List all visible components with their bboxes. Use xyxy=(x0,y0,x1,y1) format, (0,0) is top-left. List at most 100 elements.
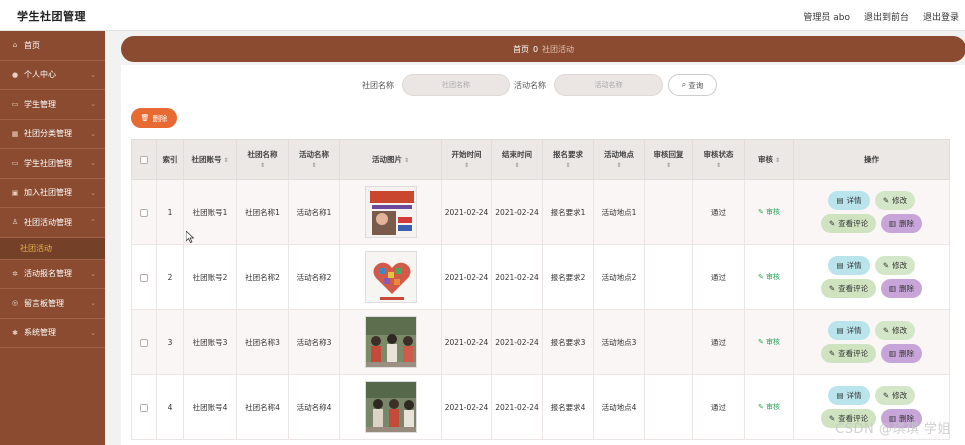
audit-link[interactable]: ✎ 审核 xyxy=(758,273,780,281)
col-audit-reply[interactable]: 审核回复 ⇕ xyxy=(644,139,693,180)
col-location[interactable]: 活动地点 ⇕ xyxy=(593,139,645,180)
cell-club-name: 社团名称1 xyxy=(236,179,289,245)
cell-club-account: 社团账号2 xyxy=(183,244,237,310)
view-comments-button[interactable]: ✎ 查看评论 xyxy=(821,344,876,363)
edit-button[interactable]: ✎ 修改 xyxy=(875,191,915,210)
view-comments-button[interactable]: ✎ 查看评论 xyxy=(821,214,876,233)
col-signup-req[interactable]: 报名要求 ⇕ xyxy=(542,139,594,180)
sidebar-item-system[interactable]: ✱ 系统管理 ⌄ xyxy=(0,319,105,348)
sidebar-item-profile[interactable]: ● 个人中心 ⌄ xyxy=(0,61,105,90)
col-start-time[interactable]: 开始时间 ⇕ xyxy=(441,139,492,180)
sidebar-subitem-club-activity[interactable]: 社团活动 xyxy=(0,237,105,260)
search-icon: ⌕ xyxy=(681,80,687,89)
row-checkbox[interactable] xyxy=(140,338,148,347)
cell-audit-reply xyxy=(644,309,693,375)
cell-end-time: 2021-02-24 xyxy=(491,244,543,310)
cell-audit-reply xyxy=(644,374,693,440)
sidebar-item-label: 加入社团管理 xyxy=(24,188,72,198)
detail-button-label: 详情 xyxy=(846,196,862,205)
delete-button[interactable]: ▥ 删除 xyxy=(881,214,922,233)
folder-icon: ▣ xyxy=(11,188,19,197)
delete-button[interactable]: ▥ 删除 xyxy=(881,344,922,363)
sidebar-item-club-category[interactable]: ▦ 社团分类管理 ⌄ xyxy=(0,120,105,149)
cell-club-name: 社团名称4 xyxy=(236,374,289,440)
detail-button[interactable]: ▤ 详情 xyxy=(828,191,870,210)
sidebar-item-student-clubs[interactable]: ▭ 学生社团管理 ⌄ xyxy=(0,149,105,179)
edit-button-label: 修改 xyxy=(892,261,908,270)
cell-index: 1 xyxy=(156,179,184,245)
col-activity-name[interactable]: 活动名称 ⇕ xyxy=(288,139,340,180)
detail-button[interactable]: ▤ 详情 xyxy=(828,321,870,340)
sort-icon: ⇕ xyxy=(403,156,410,164)
col-club-name[interactable]: 社团名称 ⇕ xyxy=(236,139,289,180)
edit-button[interactable]: ✎ 修改 xyxy=(875,256,915,275)
audit-link[interactable]: ✎ 审核 xyxy=(758,338,780,346)
sort-icon: ⇕ xyxy=(463,161,470,169)
pencil-icon: ✎ xyxy=(757,338,764,346)
activity-image[interactable] xyxy=(364,186,417,238)
col-audit[interactable]: 审核 ⇕ xyxy=(744,139,794,180)
gear-icon: ✲ xyxy=(12,269,18,278)
cell-audit-status: 通过 xyxy=(692,309,745,375)
sort-icon: ⇕ xyxy=(616,161,622,169)
col-end-time[interactable]: 结束时间 ⇕ xyxy=(491,139,543,180)
table-row: 2 社团账号2 社团名称2 活动名称2 2021-02-24 2021-02-2… xyxy=(131,244,950,310)
col-audit-status[interactable]: 审核状态 ⇕ xyxy=(692,139,745,180)
sidebar-item-club-activities[interactable]: ♙ 社团活动管理 ⌃ xyxy=(0,208,105,238)
doc-icon: ▤ xyxy=(836,196,844,205)
activity-image[interactable] xyxy=(364,251,417,303)
chevron-up-icon: ⌃ xyxy=(90,218,96,226)
activity-name-input[interactable]: 活动名称 xyxy=(554,74,663,96)
cell-location: 活动地点3 xyxy=(593,309,645,375)
edit-button[interactable]: ✎ 修改 xyxy=(875,386,915,405)
doc-icon: ▤ xyxy=(836,261,844,270)
exit-to-front-link[interactable]: 退出到前台 xyxy=(864,10,909,23)
person-icon: ♙ xyxy=(11,218,19,227)
table-row: 3 社团账号3 社团名称3 活动名称3 2021-02-24 2021-02-2… xyxy=(131,309,950,375)
col-signup-req-label: 报名要求 xyxy=(553,149,583,159)
query-button[interactable]: ⌕ 查询 xyxy=(668,74,717,96)
audit-link-label: 审核 xyxy=(766,208,781,216)
detail-button[interactable]: ▤ 详情 xyxy=(828,386,870,405)
table-row: 1 社团账号1 社团名称1 活动名称1 2021-02-24 2021-02-2… xyxy=(131,179,950,245)
sidebar-item-students[interactable]: ▭ 学生管理 ⌄ xyxy=(0,90,105,120)
delete-button[interactable]: ▥ 删除 xyxy=(881,279,922,298)
audit-link-label: 审核 xyxy=(766,338,781,346)
cell-activity-image xyxy=(339,309,442,375)
chevron-down-icon: ⌄ xyxy=(90,269,96,278)
view-comments-button[interactable]: ✎ 查看评论 xyxy=(821,279,876,298)
breadcrumb-home[interactable]: 首页 xyxy=(513,44,529,55)
col-activity-image[interactable]: 活动图片 ⇕ xyxy=(339,139,442,180)
sidebar-item-join-club[interactable]: ▣ 加入社团管理 ⌄ xyxy=(0,179,105,208)
row-checkbox[interactable] xyxy=(140,403,148,412)
cell-activity-image xyxy=(339,374,442,440)
sidebar-item-label: 学生社团管理 xyxy=(24,158,72,168)
activity-image[interactable] xyxy=(364,316,417,368)
audit-link[interactable]: ✎ 审核 xyxy=(758,208,780,216)
doc-icon: ▤ xyxy=(836,391,844,400)
mouse-cursor-icon xyxy=(186,231,194,243)
detail-button-label: 详情 xyxy=(846,391,862,400)
col-end-time-label: 结束时间 xyxy=(502,149,532,159)
detail-button[interactable]: ▤ 详情 xyxy=(828,256,870,275)
col-location-label: 活动地点 xyxy=(604,149,634,159)
sidebar-item-home[interactable]: ⌂ 首页 xyxy=(0,31,105,61)
audit-link[interactable]: ✎ 审核 xyxy=(758,403,780,411)
row-checkbox[interactable] xyxy=(140,273,148,282)
col-club-account[interactable]: 社团账号 ⇕ xyxy=(183,139,237,180)
sidebar-item-label: 社团分类管理 xyxy=(24,129,72,139)
edit-button[interactable]: ✎ 修改 xyxy=(875,321,915,340)
sidebar-item-messages[interactable]: ◎ 留言板管理 ⌄ xyxy=(0,289,105,319)
select-all-checkbox[interactable] xyxy=(140,156,148,164)
club-name-input[interactable]: 社团名称 xyxy=(402,74,510,96)
logout-link[interactable]: 退出登录 xyxy=(923,10,959,23)
sidebar-item-signups[interactable]: ✲ 活动报名管理 ⌄ xyxy=(0,260,105,289)
id-card-icon: ▭ xyxy=(11,100,19,109)
trash-icon: ▥ xyxy=(888,349,897,358)
monitor-icon: ▭ xyxy=(11,159,19,168)
sidebar-item-label: 系统管理 xyxy=(24,328,56,338)
activity-image[interactable] xyxy=(364,381,417,433)
sort-icon: ⇕ xyxy=(259,161,266,169)
batch-delete-button[interactable]: 🗑 删除 xyxy=(131,108,177,128)
row-checkbox[interactable] xyxy=(140,208,148,217)
